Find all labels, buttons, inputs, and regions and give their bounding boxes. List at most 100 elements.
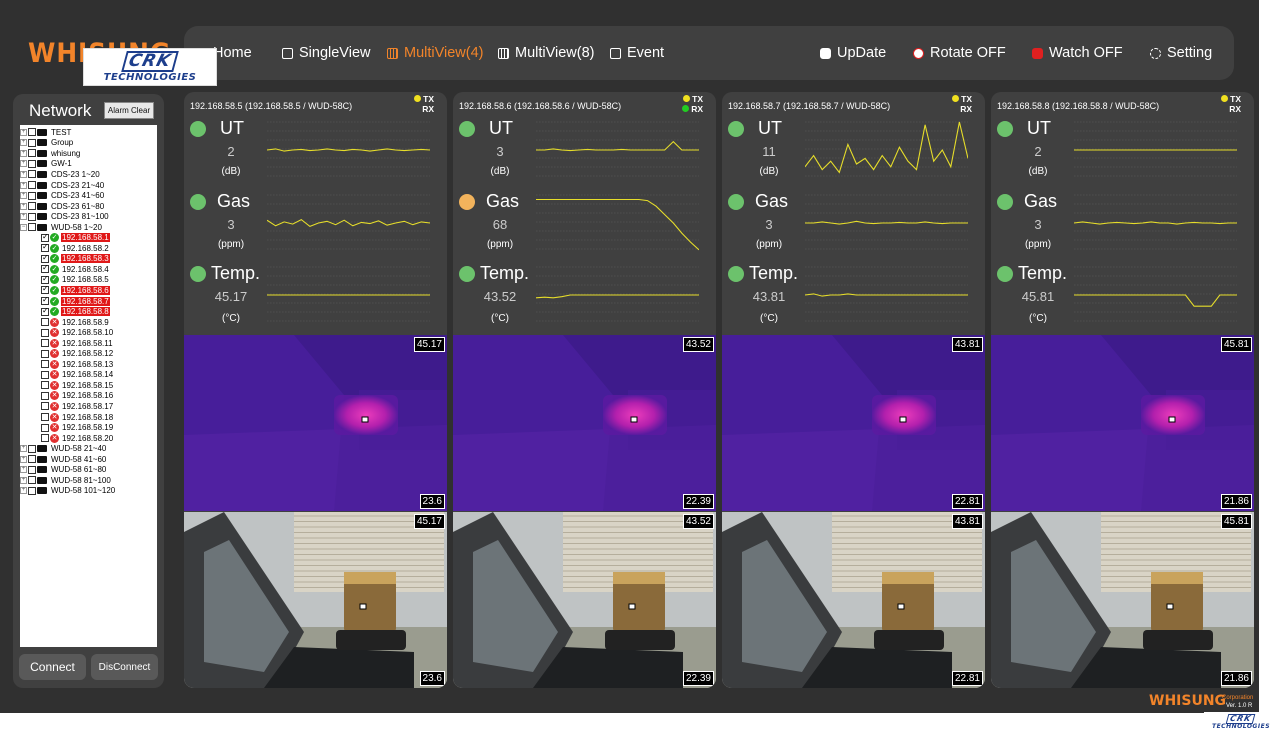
tree-group-row[interactable]: + CDS-23 1~20 [20, 169, 157, 180]
tree-group-row[interactable]: + GW-1 [20, 159, 157, 170]
thermal-view[interactable]: 43.81 22.81 [722, 335, 985, 511]
tree-group-row[interactable]: + TEST [20, 127, 157, 138]
device-checkbox[interactable] [41, 391, 49, 400]
nav-rotate[interactable]: Rotate OFF [913, 26, 1006, 80]
tree-device-row[interactable]: ✕ 192.168.58.17 [20, 401, 157, 412]
tree-device-row[interactable]: ✕ 192.168.58.20 [20, 433, 157, 444]
tree-device-row[interactable]: ✓192.168.58.7 [20, 295, 157, 307]
expand-toggle-icon[interactable]: + [20, 476, 27, 484]
device-checkbox[interactable] [41, 263, 49, 274]
device-checkbox[interactable] [41, 295, 49, 306]
group-checkbox[interactable] [28, 191, 36, 200]
group-checkbox[interactable] [28, 138, 36, 147]
tree-group-row[interactable]: + WUD-58 81~100 [20, 475, 157, 486]
camera-view[interactable]: 43.52 22.39 [453, 512, 716, 688]
group-checkbox[interactable] [28, 149, 36, 158]
connect-button[interactable]: Connect [19, 654, 86, 680]
group-checkbox[interactable] [28, 223, 36, 232]
device-checkbox[interactable] [41, 253, 49, 263]
expand-toggle-icon[interactable]: + [20, 192, 27, 200]
thermal-view[interactable]: 45.17 23.6 [184, 335, 447, 511]
device-checkbox[interactable] [41, 360, 49, 369]
expand-toggle-icon[interactable]: + [20, 139, 27, 147]
tree-group-row[interactable]: + CDS-23 61~80 [20, 201, 157, 212]
tree-device-row[interactable]: ✓192.168.58.8 [20, 306, 157, 317]
camera-view[interactable]: 45.81 21.86 [991, 512, 1254, 688]
disconnect-button[interactable]: DisConnect [91, 654, 158, 680]
device-checkbox[interactable] [41, 328, 49, 337]
tree-device-row[interactable]: ✓192.168.58.2 [20, 242, 157, 254]
expand-toggle-icon[interactable]: + [20, 445, 27, 453]
tree-device-row[interactable]: ✓192.168.58.4 [20, 263, 157, 275]
tree-device-row[interactable]: ✕ 192.168.58.12 [20, 348, 157, 359]
tree-device-row[interactable]: ✓192.168.58.5 [20, 274, 157, 286]
network-tree[interactable]: + TEST + Group + whisung + GW-1 + CDS-23 1~20 + CDS… [20, 125, 157, 647]
tree-device-row[interactable]: ✕ 192.168.58.13 [20, 359, 157, 370]
expand-toggle-icon[interactable]: + [20, 170, 27, 178]
expand-toggle-icon[interactable]: − [20, 223, 27, 231]
tree-device-row[interactable]: ✕ 192.168.58.19 [20, 422, 157, 433]
device-checkbox[interactable] [41, 232, 49, 242]
group-checkbox[interactable] [28, 444, 36, 453]
tree-group-row[interactable]: + WUD-58 41~60 [20, 454, 157, 465]
nav-setting[interactable]: Setting [1150, 26, 1212, 80]
group-checkbox[interactable] [28, 128, 36, 137]
tree-group-row[interactable]: + WUD-58 101~120 [20, 486, 157, 497]
tree-group-row[interactable]: − WUD-58 1~20 [20, 222, 157, 233]
tree-group-row[interactable]: + Group [20, 138, 157, 149]
tree-group-row[interactable]: + CDS-23 21~40 [20, 180, 157, 191]
nav-event[interactable]: Event [610, 26, 664, 80]
group-checkbox[interactable] [28, 170, 36, 179]
tree-device-row[interactable]: ✕ 192.168.58.11 [20, 338, 157, 349]
device-checkbox[interactable] [41, 423, 49, 432]
tree-group-row[interactable]: + WUD-58 61~80 [20, 465, 157, 476]
group-checkbox[interactable] [28, 212, 36, 221]
expand-toggle-icon[interactable]: + [20, 149, 27, 157]
group-checkbox[interactable] [28, 181, 36, 189]
expand-toggle-icon[interactable]: + [20, 455, 27, 463]
tree-device-row[interactable]: ✕ 192.168.58.9 [20, 317, 157, 328]
tree-device-row[interactable]: ✕ 192.168.58.18 [20, 412, 157, 423]
tree-device-row[interactable]: ✕ 192.168.58.16 [20, 391, 157, 402]
device-checkbox[interactable] [41, 434, 49, 443]
tree-device-row[interactable]: ✕ 192.168.58.15 [20, 380, 157, 391]
camera-view[interactable]: 43.81 22.81 [722, 512, 985, 688]
device-checkbox[interactable] [41, 318, 49, 327]
expand-toggle-icon[interactable]: + [20, 160, 27, 168]
alarm-clear-button[interactable]: Alarm Clear [104, 102, 154, 119]
expand-toggle-icon[interactable]: + [20, 181, 27, 189]
thermal-view[interactable]: 45.81 21.86 [991, 335, 1254, 511]
expand-toggle-icon[interactable]: + [20, 128, 27, 136]
group-checkbox[interactable] [28, 202, 36, 211]
device-checkbox[interactable] [41, 413, 49, 422]
nav-single-view[interactable]: SingleView [282, 26, 370, 80]
tree-device-row[interactable]: ✓192.168.58.6 [20, 284, 157, 296]
expand-toggle-icon[interactable]: + [20, 202, 27, 210]
device-checkbox[interactable] [41, 402, 49, 411]
thermal-view[interactable]: 43.52 22.39 [453, 335, 716, 511]
nav-update[interactable]: UpDate [820, 26, 886, 80]
group-checkbox[interactable] [28, 159, 36, 168]
group-checkbox[interactable] [28, 476, 36, 485]
device-checkbox[interactable] [41, 349, 49, 358]
camera-view[interactable]: 45.17 23.6 [184, 512, 447, 688]
nav-watch[interactable]: Watch OFF [1032, 26, 1123, 80]
device-checkbox[interactable] [41, 306, 49, 316]
tree-group-row[interactable]: + CDS-23 81~100 [20, 211, 157, 222]
nav-multiview-8[interactable]: MultiView(8) [498, 26, 595, 80]
device-checkbox[interactable] [41, 284, 49, 295]
device-checkbox[interactable] [41, 242, 49, 253]
device-checkbox[interactable] [41, 274, 49, 284]
expand-toggle-icon[interactable]: + [20, 466, 27, 474]
nav-multiview-4[interactable]: MultiView(4) [387, 26, 484, 80]
device-checkbox[interactable] [41, 381, 49, 390]
tree-device-row[interactable]: ✕ 192.168.58.10 [20, 327, 157, 338]
device-checkbox[interactable] [41, 339, 49, 348]
tree-device-row[interactable]: ✕ 192.168.58.14 [20, 370, 157, 381]
tree-group-row[interactable]: + CDS-23 41~60 [20, 190, 157, 201]
tree-device-row[interactable]: ✓192.168.58.3 [20, 253, 157, 265]
tree-group-row[interactable]: + whisung [20, 148, 157, 159]
tree-group-row[interactable]: + WUD-58 21~40 [20, 443, 157, 454]
device-checkbox[interactable] [41, 370, 49, 379]
group-checkbox[interactable] [28, 455, 36, 464]
